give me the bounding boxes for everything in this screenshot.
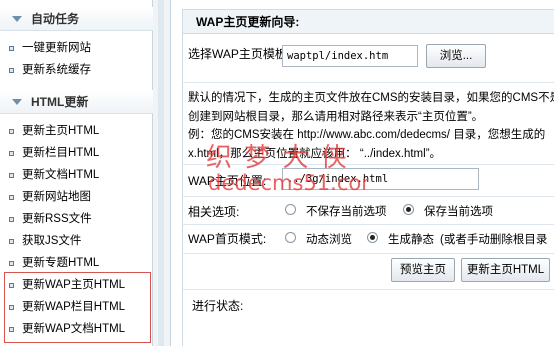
sidebar-group-auto-tasks[interactable]: 自动任务 <box>0 7 153 31</box>
sidebar-item-get-js[interactable]: 获取JS文件 <box>0 230 152 252</box>
collapse-triangle-icon <box>12 99 22 105</box>
bullet-icon <box>9 239 14 244</box>
sidebar-item-update-home-html[interactable]: 更新主页HTML <box>0 120 152 142</box>
divider <box>182 82 554 83</box>
sidebar-group-title: HTML更新 <box>31 95 89 109</box>
sidebar-item-label: 更新系统缓存 <box>22 64 91 76</box>
sidebar-item-label: 更新专题HTML <box>22 257 100 269</box>
frame-splitter-strip <box>158 0 164 346</box>
progress-status-label: 进行状态: <box>192 299 244 313</box>
dynamic-browse-radio[interactable] <box>285 232 296 243</box>
sidebar-item-label: 更新网站地图 <box>22 191 91 203</box>
bullet-icon <box>9 217 14 222</box>
save-options-radio[interactable] <box>403 204 414 215</box>
sidebar-group-title: 自动任务 <box>31 12 80 26</box>
bullet-icon <box>9 261 14 266</box>
wap-items-highlight-box <box>4 272 151 343</box>
template-label: 选择WAP主页模板: <box>188 47 291 61</box>
bullet-icon <box>9 195 14 200</box>
preview-home-button[interactable]: 预览主页 <box>391 258 455 282</box>
template-path-input[interactable]: waptpl/index.htm <box>282 45 418 67</box>
sidebar-item-label: 一键更新网站 <box>22 42 91 54</box>
dynamic-browse-label: 动态浏览 <box>306 234 352 246</box>
divider <box>182 224 554 225</box>
update-home-html-button[interactable]: 更新主页HTML <box>461 258 550 282</box>
sidebar-item-update-topic-html[interactable]: 更新专题HTML <box>0 252 152 274</box>
mode-label: WAP首页模式: <box>188 232 267 246</box>
bullet-icon <box>9 46 14 51</box>
sidebar-item-update-rss[interactable]: 更新RSS文件 <box>0 208 152 230</box>
no-save-options-label: 不保存当前选项 <box>306 206 387 218</box>
page-title: WAP主页更新向导: <box>182 9 554 34</box>
generate-static-radio[interactable] <box>367 232 378 243</box>
bullet-icon <box>9 129 14 134</box>
description-line-2: 创建到网站根目录，那么请用相对路径来表示“主页位置”。 <box>188 111 484 123</box>
sidebar-item-update-column-html[interactable]: 更新栏目HTML <box>0 142 152 164</box>
sidebar-item-label: 更新主页HTML <box>22 125 100 137</box>
collapse-triangle-icon <box>12 16 22 22</box>
sidebar-item-label: 更新文档HTML <box>22 169 100 181</box>
sidebar-item-label: 更新RSS文件 <box>22 213 92 225</box>
watermark-logo: 织 梦 大 侠 dedecms51.com <box>206 143 368 195</box>
sidebar: 自动任务 一键更新网站 更新系统缓存 HTML更新 更新主页HTML 更新栏目H… <box>0 0 153 346</box>
sidebar-item-update-document-html[interactable]: 更新文档HTML <box>0 164 152 186</box>
sidebar-group-html-update[interactable]: HTML更新 <box>0 90 153 114</box>
bullet-icon <box>9 68 14 73</box>
description-line-1: 默认的情况下，生成的主页文件放在CMS的安装目录，如果您的CMS不是 <box>188 92 554 104</box>
mode-note: (或者手动删除根目录 <box>440 234 548 246</box>
sidebar-item-update-cache[interactable]: 更新系统缓存 <box>0 59 152 81</box>
generate-static-label: 生成静态 <box>388 234 434 246</box>
browse-button[interactable]: 浏览... <box>426 44 486 68</box>
bullet-icon <box>9 173 14 178</box>
watermark-text-top: 织 梦 大 侠 <box>206 143 349 173</box>
bullet-icon <box>9 151 14 156</box>
watermark-text-bottom: dedecms51.com <box>208 171 368 195</box>
sidebar-item-label: 更新栏目HTML <box>22 147 100 159</box>
options-label: 相关选项: <box>188 205 240 219</box>
divider <box>182 253 554 254</box>
sidebar-item-one-click-update[interactable]: 一键更新网站 <box>0 37 152 59</box>
sidebar-item-label: 获取JS文件 <box>22 235 82 247</box>
save-options-label: 保存当前选项 <box>424 206 493 218</box>
divider <box>182 289 554 290</box>
sidebar-item-update-sitemap[interactable]: 更新网站地图 <box>0 186 152 208</box>
no-save-options-radio[interactable] <box>285 204 296 215</box>
